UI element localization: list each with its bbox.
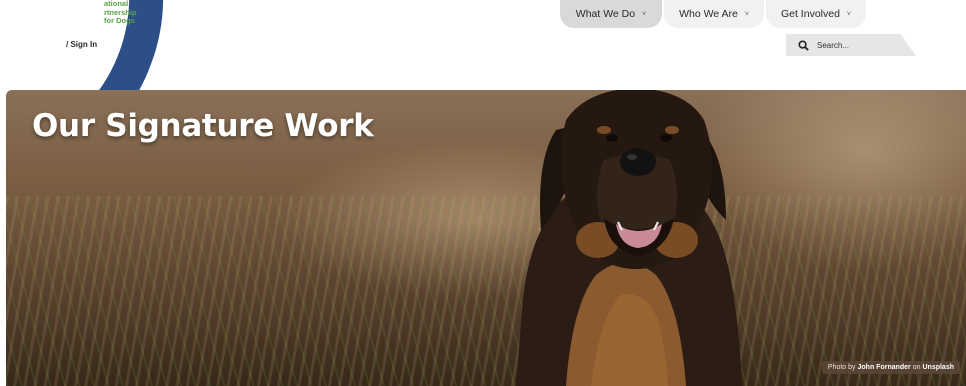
nav-item-what-we-do[interactable]: What We Do ˅ — [560, 0, 662, 28]
nav-item-get-involved[interactable]: Get Involved ˅ — [766, 0, 866, 28]
hero-banner: Our Signature Work Photo by John Fornand… — [6, 90, 966, 386]
search-input[interactable]: Search... — [817, 41, 849, 50]
nav-item-label: Get Involved — [780, 8, 840, 20]
nav-item-label: Who We Are — [679, 8, 738, 20]
search-box[interactable]: Search... — [786, 34, 916, 56]
photographer-link[interactable]: John Fornander — [858, 364, 911, 371]
chevron-down-icon: ˅ — [846, 10, 852, 18]
grass-background — [6, 196, 966, 386]
logo-wordmark[interactable]: ational rtnership for Dogs — [104, 0, 137, 26]
hero-title: Our Signature Work — [32, 108, 374, 144]
unsplash-link[interactable]: Unsplash — [922, 364, 954, 371]
chevron-down-icon: ˅ — [642, 10, 647, 18]
nav-item-who-we-are[interactable]: Who We Are ˅ — [664, 0, 764, 28]
photo-credit: Photo by John Fornander on Unsplash — [821, 361, 960, 374]
search-icon — [798, 39, 809, 51]
dog-photo — [516, 90, 742, 386]
chevron-down-icon: ˅ — [744, 10, 749, 18]
sign-in-link[interactable]: / Sign In — [66, 40, 97, 49]
nav-item-label: What We Do — [575, 8, 636, 20]
